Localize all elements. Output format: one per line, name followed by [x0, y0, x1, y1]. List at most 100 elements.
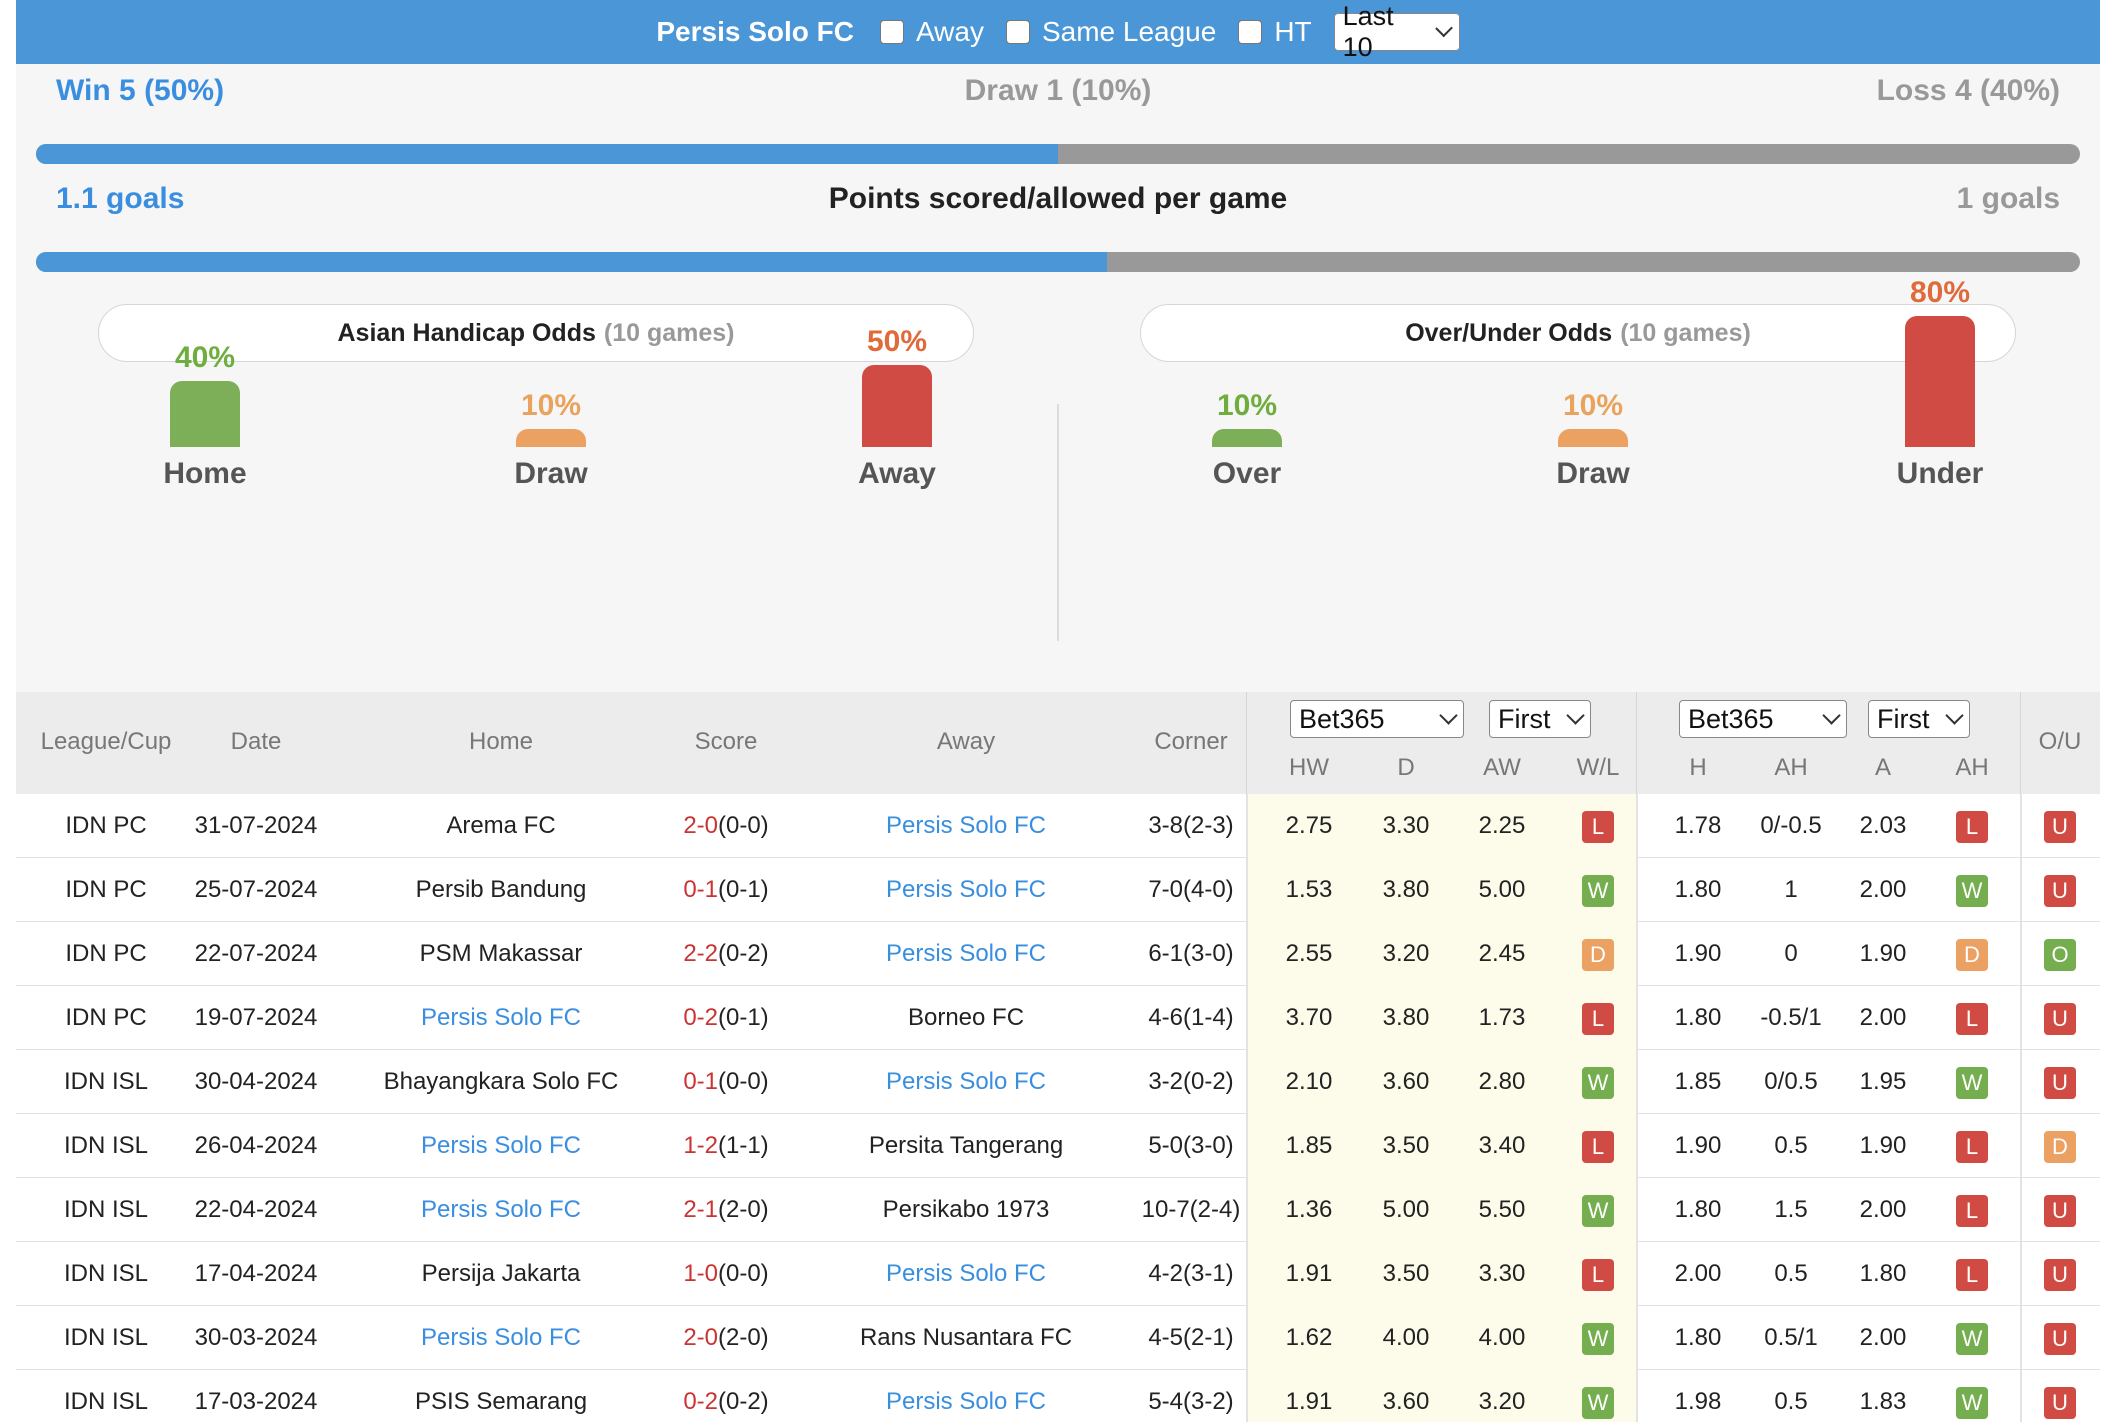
full-time-score: 2-2 [683, 940, 718, 967]
ou-bar-label: Over [1212, 457, 1282, 490]
away-checkbox[interactable] [879, 20, 904, 44]
home-team-link[interactable]: Persis Solo FC [346, 1178, 656, 1242]
table-row: IDN ISL 30-04-2024 Bhayangkara Solo FC 0-1(… [16, 1050, 2100, 1114]
ou-badge: U [2044, 1194, 2076, 1227]
home-team-link[interactable]: PSM Makassar [346, 922, 656, 986]
half-time-score: (2-0) [718, 1196, 769, 1223]
ou-bar-percent: 80% [1909, 275, 1971, 309]
home-team-link[interactable]: Persis Solo FC [346, 1114, 656, 1178]
d-cell: 3.30 [1382, 812, 1430, 839]
d-cell: 3.50 [1382, 1132, 1430, 1159]
col-score: Score [694, 728, 758, 755]
home-team-link[interactable]: Bhayangkara Solo FC [346, 1050, 656, 1114]
date-cell: 30-03-2024 [194, 1324, 318, 1351]
ht-checkbox[interactable] [1238, 20, 1263, 44]
half-time-score: (1-1) [718, 1132, 769, 1159]
ou-badge: O [2044, 938, 2076, 971]
aw-cell: 1.73 [1478, 1004, 1526, 1031]
range-select[interactable]: Last 10 [1333, 1, 1460, 62]
ah-title: Asian Handicap Odds [337, 318, 596, 347]
away-team-link[interactable]: Persis Solo FC [806, 858, 1126, 922]
wl-badge: L [1582, 1002, 1614, 1035]
d-cell: 3.20 [1382, 940, 1430, 967]
away-team-link[interactable]: Persikabo 1973 [806, 1178, 1126, 1242]
full-time-score: 2-0 [683, 1324, 718, 1351]
ou-bar-label: Draw [1556, 457, 1630, 490]
ht-filter[interactable]: HT [1238, 16, 1312, 48]
h-cell: 1.90 [1674, 940, 1722, 967]
ou-cell: U [2020, 1242, 2100, 1306]
bookmaker-select-ah[interactable]: Bet365 [1679, 700, 1847, 738]
away-team-link[interactable]: Persis Solo FC [806, 794, 1126, 858]
ou-badge: U [2044, 1002, 2076, 1035]
away-team-link[interactable]: Rans Nusantara FC [806, 1306, 1126, 1370]
home-team-link[interactable]: PSIS Semarang [346, 1370, 656, 1422]
home-team-link[interactable]: Persis Solo FC [346, 1306, 656, 1370]
wl-badge: L [1582, 1258, 1614, 1291]
col-away: Away [936, 728, 996, 755]
score-cell: 0-1(0-1) [636, 858, 816, 922]
wl-badge: W [1582, 1322, 1614, 1355]
draw-summary: Draw 1 (10%) [964, 74, 1152, 107]
home-team-link[interactable]: Arema FC [346, 794, 656, 858]
hw-cell: 2.75 [1285, 812, 1333, 839]
ou-badge: U [2044, 1386, 2076, 1419]
ah-bar-percent: 10% [520, 389, 582, 422]
score-cell: 2-0(2-0) [636, 1306, 816, 1370]
ou-count: (10 games) [1620, 318, 1751, 347]
ah-cell: 1.5 [1774, 1196, 1808, 1223]
bookmaker-select-1x2[interactable]: Bet365 [1290, 700, 1464, 738]
ah-res-badge: W [1956, 1386, 1988, 1419]
home-team-link[interactable]: Persib Bandung [346, 858, 656, 922]
d-cell: 3.60 [1382, 1068, 1430, 1095]
same-league-filter[interactable]: Same League [1005, 16, 1216, 48]
date-cell: 22-04-2024 [194, 1196, 318, 1223]
ah_res-cell: W [1932, 1370, 2012, 1422]
away-filter[interactable]: Away [879, 16, 984, 48]
ah-res-badge: L [1956, 1258, 1988, 1291]
ah_res-cell: W [1932, 1306, 2012, 1370]
h-cell: 1.98 [1674, 1388, 1722, 1415]
col-ah-result: AH [1955, 754, 1989, 781]
home-team-link[interactable]: Persija Jakarta [346, 1242, 656, 1306]
col-wl: W/L [1576, 754, 1620, 781]
home-team-link[interactable]: Persis Solo FC [346, 986, 656, 1050]
h-cell: 1.80 [1674, 1324, 1722, 1351]
ah-res-badge: L [1956, 810, 1988, 843]
half-time-score: (0-0) [718, 812, 769, 839]
match-table: League/Cup Date Home Score Away Corner B… [16, 692, 2100, 1422]
away-team-link[interactable]: Persita Tangerang [806, 1114, 1126, 1178]
away-team-link[interactable]: Borneo FC [806, 986, 1126, 1050]
score-cell: 1-0(0-0) [636, 1242, 816, 1306]
table-row: IDN ISL 17-03-2024 PSIS Semarang 0-2(0-2) Pe… [16, 1370, 2100, 1422]
wl-cell: W [1558, 1370, 1638, 1422]
score-cell: 2-0(0-0) [636, 794, 816, 858]
col-corner: Corner [1154, 728, 1228, 755]
period-select-1x2[interactable]: First [1489, 700, 1591, 738]
ah-cell: 0.5/1 [1764, 1324, 1818, 1351]
win-rate-fill [36, 144, 1058, 164]
ou-cell: U [2020, 858, 2100, 922]
table-row: IDN ISL 30-03-2024 Persis Solo FC 2-0(2-0) R… [16, 1306, 2100, 1370]
away-team-link[interactable]: Persis Solo FC [806, 1370, 1126, 1422]
wl-cell: L [1558, 1242, 1638, 1306]
half-time-score: (0-1) [718, 1004, 769, 1031]
over-under-tab[interactable]: Over/Under Odds (10 games) [1140, 304, 2016, 362]
half-time-score: (0-2) [718, 940, 769, 967]
bookmaker-ah-value: Bet365 [1688, 703, 1774, 734]
ou-title: Over/Under Odds [1405, 318, 1613, 347]
ah-bar-label: Home [163, 457, 247, 490]
full-time-score: 0-1 [683, 876, 718, 903]
wl-badge: W [1582, 874, 1614, 907]
ah-bar-rect [170, 381, 240, 447]
away-team-link[interactable]: Persis Solo FC [806, 1050, 1126, 1114]
same-league-checkbox[interactable] [1005, 20, 1030, 44]
ah_res-cell: L [1932, 1242, 2012, 1306]
full-time-score: 0-2 [683, 1004, 718, 1031]
period-select-ah[interactable]: First [1868, 700, 1970, 738]
ah-res-badge: D [1956, 938, 1988, 971]
hw-cell: 1.91 [1285, 1260, 1333, 1287]
away-team-link[interactable]: Persis Solo FC [806, 922, 1126, 986]
aw-cell: 4.00 [1478, 1324, 1526, 1351]
away-team-link[interactable]: Persis Solo FC [806, 1242, 1126, 1306]
